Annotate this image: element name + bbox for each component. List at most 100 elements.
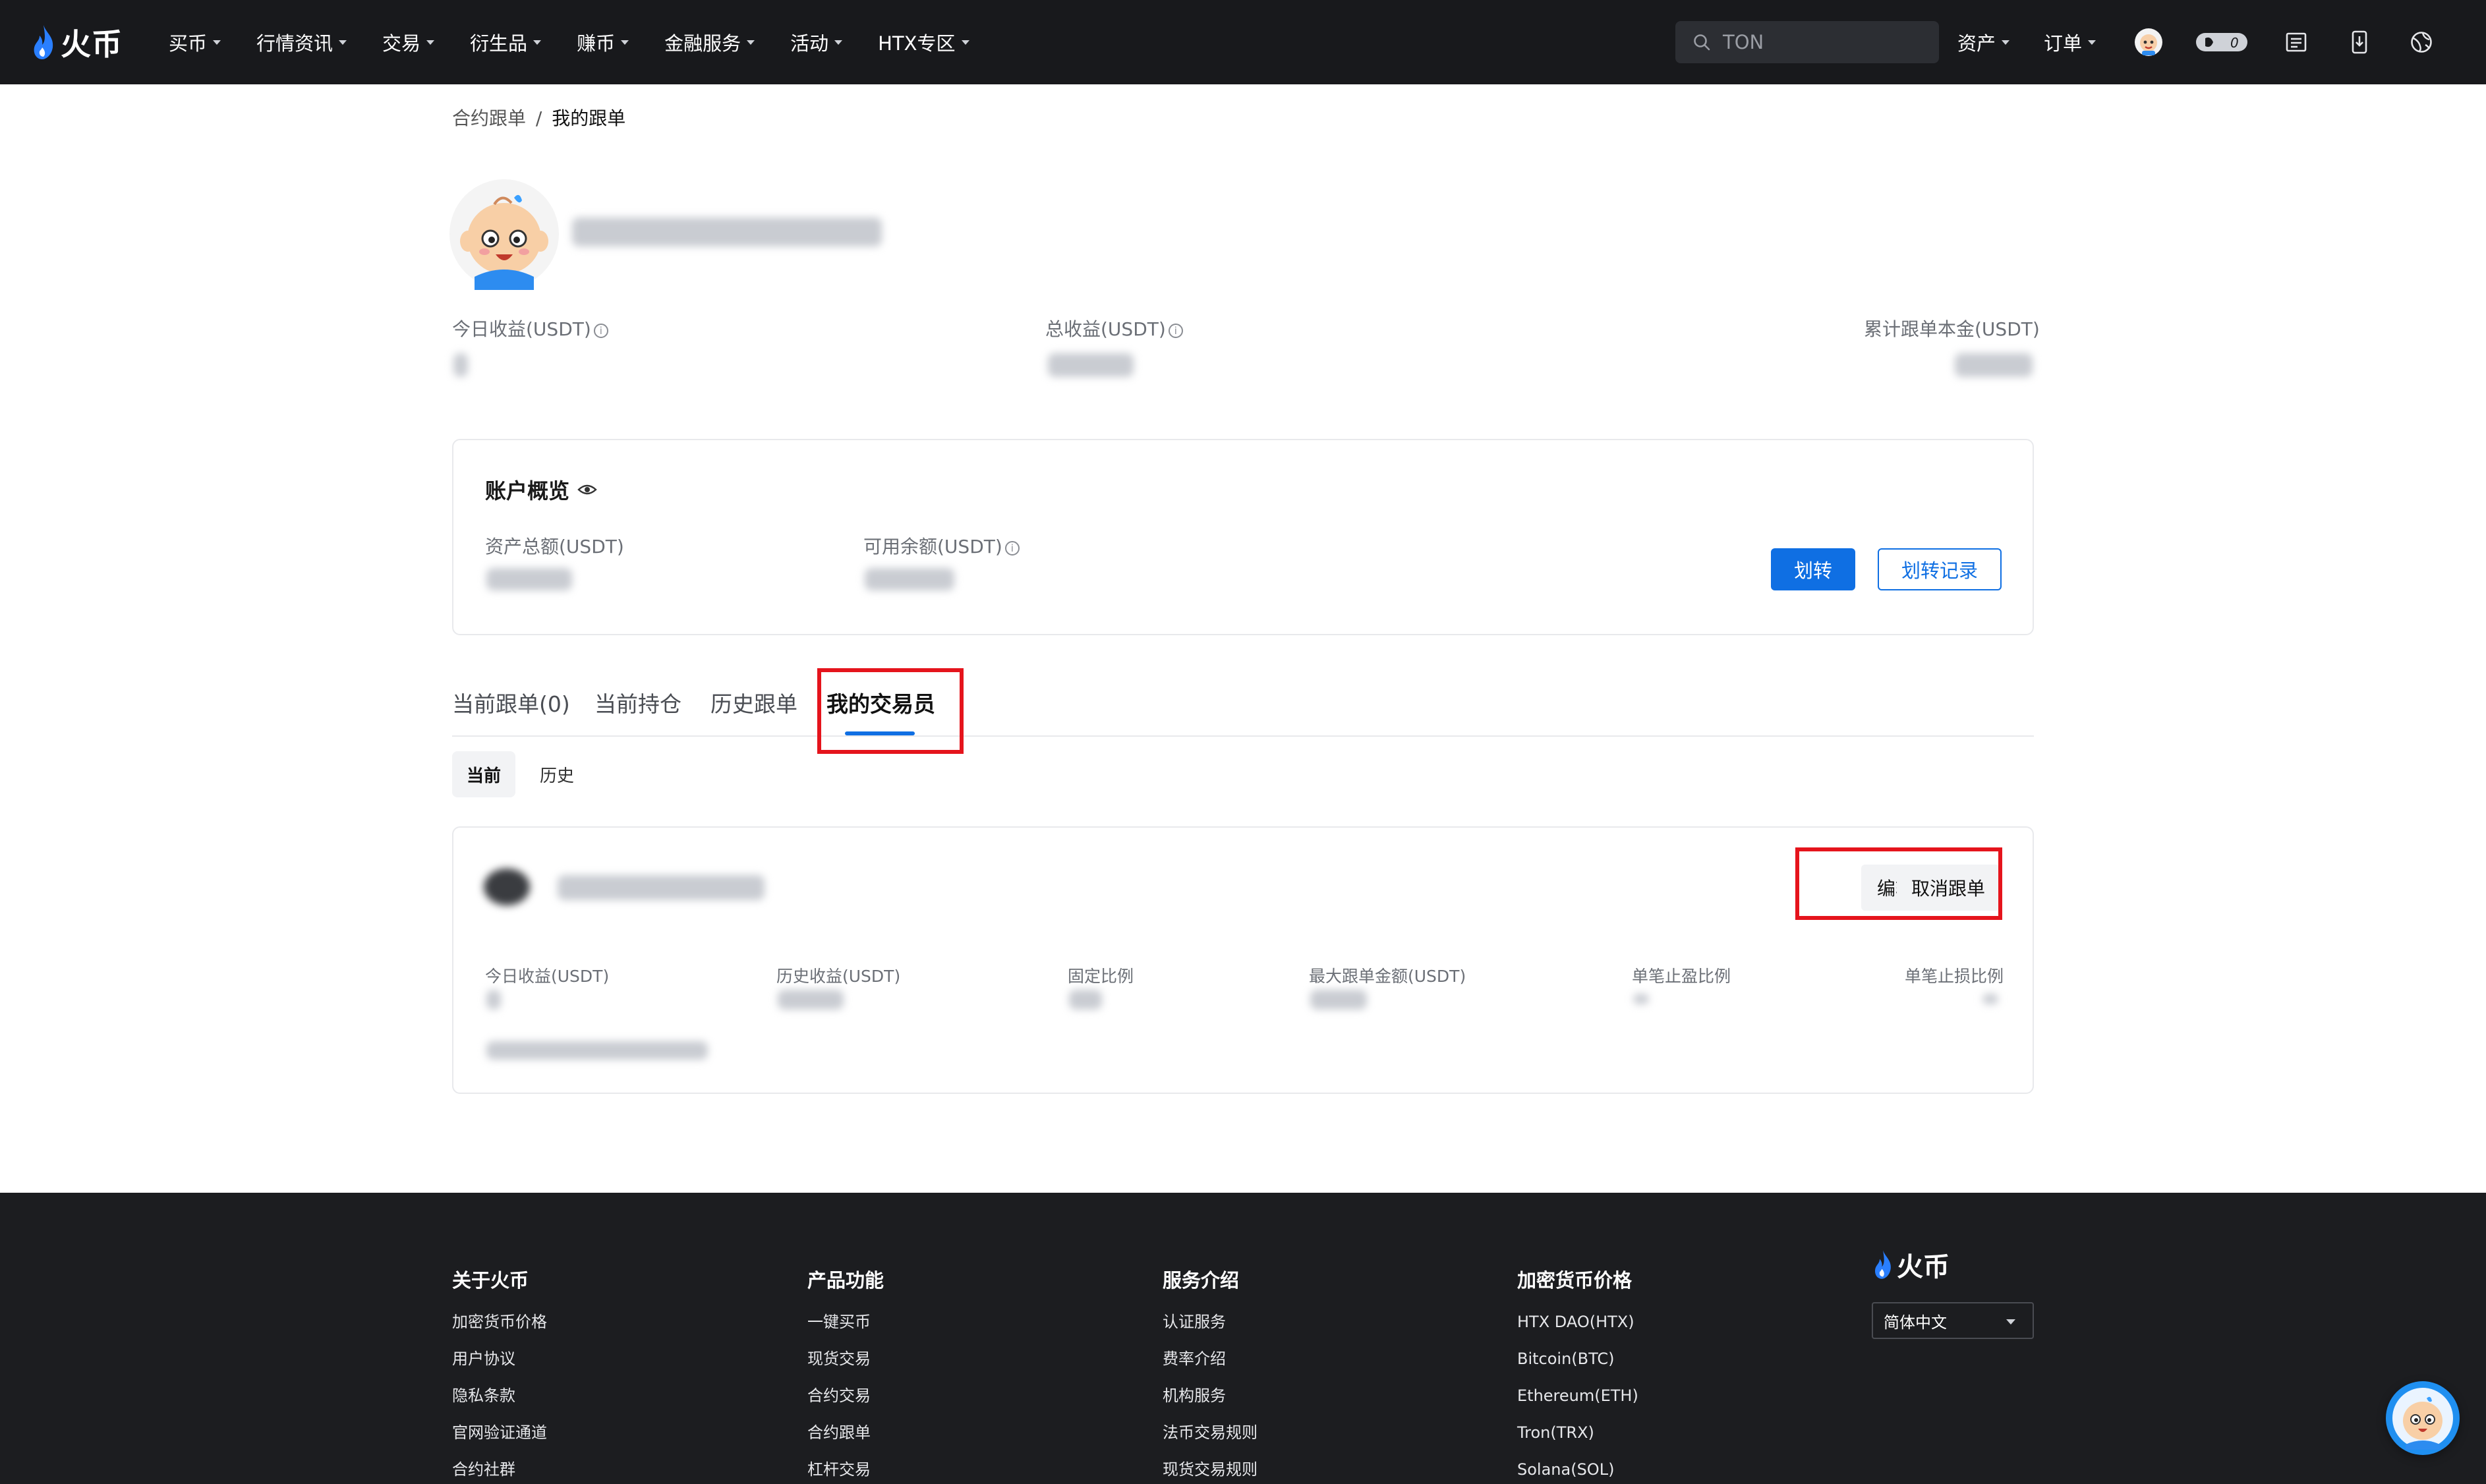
badge-count: 0 xyxy=(2230,35,2239,51)
card-title-text: 账户概览 xyxy=(485,478,570,503)
transfer-record-button[interactable]: 划转记录 xyxy=(1878,548,2002,590)
footer-link[interactable]: HTX DAO(HTX) xyxy=(1517,1314,1638,1351)
breadcrumb-parent[interactable]: 合约跟单 xyxy=(452,107,526,129)
footer-column-about: 关于火币 加密货币价格 用户协议 隐私条款 官网验证通道 合约社群 xyxy=(452,1265,547,1484)
tab-current-positions[interactable]: 当前持仓 xyxy=(594,687,681,718)
footer-link[interactable]: 费率介绍 xyxy=(1163,1351,1257,1388)
breadcrumb: 合约跟单 / 我的跟单 xyxy=(452,104,625,130)
subtab-history[interactable]: 历史 xyxy=(527,751,587,797)
col-history-profit: 历史收益(USDT) xyxy=(776,967,901,986)
nav-label: HTX专区 xyxy=(878,32,956,55)
search-icon xyxy=(1694,34,1710,51)
account-overview-card: 账户概览 资产总额(USDT) 可用余额(USDT) i 划转 划转记录 xyxy=(452,439,2034,635)
nav-label: 衍生品 xyxy=(470,32,528,55)
nav-events[interactable]: 活动 xyxy=(790,28,843,56)
footer-link[interactable]: 用户协议 xyxy=(452,1351,547,1388)
total-profit-value-redacted xyxy=(1048,353,1134,377)
htx-logo[interactable]: 火币 xyxy=(32,17,123,67)
info-icon[interactable]: i xyxy=(1004,541,1020,556)
support-avatar-icon xyxy=(2392,1388,2453,1450)
footer-logo[interactable]: 火币 xyxy=(1873,1245,1950,1284)
chevron-down-icon xyxy=(426,40,435,45)
nav-markets[interactable]: 行情资讯 xyxy=(256,28,347,56)
footer-column-services: 服务介绍 认证服务 费率介绍 机构服务 法币交易规则 现货交易规则 xyxy=(1163,1265,1257,1484)
stat-label-text: 总收益(USDT) xyxy=(1045,318,1166,340)
nav-earn[interactable]: 赚币 xyxy=(577,28,629,56)
chevron-down-icon xyxy=(339,40,347,45)
footer-link[interactable]: 一键买币 xyxy=(807,1314,884,1351)
col-stop-loss-ratio: 单笔止损比例 xyxy=(1905,967,2004,986)
footer-link[interactable]: Bitcoin(BTC) xyxy=(1517,1351,1638,1388)
col-stop-loss-value-redacted xyxy=(1982,994,1998,1004)
chevron-down-icon xyxy=(2088,40,2096,45)
footer-logo-text: 火币 xyxy=(1897,1252,1950,1282)
col-today-profit-value-redacted xyxy=(486,990,501,1010)
nav-label: 买币 xyxy=(169,32,208,55)
footer-link[interactable]: 杠杆交易 xyxy=(807,1462,884,1484)
search-input[interactable]: TON xyxy=(1675,21,1939,63)
col-today-profit: 今日收益(USDT) xyxy=(485,967,610,986)
total-profit-label: 总收益(USDT) i xyxy=(1045,315,1183,341)
chevron-down-icon xyxy=(213,40,221,45)
col-max-copy-amount-value-redacted xyxy=(1310,990,1367,1010)
info-icon[interactable]: i xyxy=(593,324,608,338)
footer-link[interactable]: 现货交易 xyxy=(807,1351,884,1388)
footer-link[interactable]: 认证服务 xyxy=(1163,1314,1257,1351)
footer-link[interactable]: 现货交易规则 xyxy=(1163,1462,1257,1484)
nav-label: 活动 xyxy=(790,32,829,55)
nav-trade[interactable]: 交易 xyxy=(382,28,435,56)
download-app-icon[interactable] xyxy=(2344,26,2375,58)
eye-icon[interactable] xyxy=(577,482,597,497)
footer-link[interactable]: 合约社群 xyxy=(452,1462,547,1484)
col-fixed-ratio-value-redacted xyxy=(1069,990,1102,1010)
footer-link[interactable]: Solana(SOL) xyxy=(1517,1462,1638,1484)
available-balance-value-redacted xyxy=(865,568,954,590)
chevron-down-icon xyxy=(2002,40,2010,45)
footer-link[interactable]: Ethereum(ETH) xyxy=(1517,1388,1638,1425)
nav-label: 行情资讯 xyxy=(256,32,333,55)
nav-assets[interactable]: 资产 xyxy=(1957,28,2010,56)
site-footer: 关于火币 加密货币价格 用户协议 隐私条款 官网验证通道 合约社群 产品功能 一… xyxy=(0,1193,2486,1484)
footer-link[interactable]: 隐私条款 xyxy=(452,1388,547,1425)
language-select-value: 简体中文 xyxy=(1884,1313,1947,1332)
right-nav: 资产 订单 xyxy=(1957,0,2096,84)
tab-current-copy[interactable]: 当前跟单(0) xyxy=(452,687,570,718)
language-globe-icon[interactable] xyxy=(2406,26,2437,58)
nav-label: 金融服务 xyxy=(664,32,741,55)
nav-derivatives[interactable]: 衍生品 xyxy=(470,28,542,56)
footer-link[interactable]: 加密货币价格 xyxy=(452,1314,547,1351)
nav-htx-zone[interactable]: HTX专区 xyxy=(878,28,969,56)
footer-link[interactable]: 官网验证通道 xyxy=(452,1425,547,1462)
footer-link[interactable]: Tron(TRX) xyxy=(1517,1425,1638,1462)
nav-label: 交易 xyxy=(382,32,421,55)
chevron-down-icon xyxy=(2006,1319,2015,1325)
coupon-icon: 0 xyxy=(2196,33,2247,51)
search-value: TON xyxy=(1723,31,1764,53)
language-select[interactable]: 简体中文 xyxy=(1872,1302,2034,1339)
stat-label-text: 今日收益(USDT) xyxy=(452,318,591,340)
nav-finance[interactable]: 金融服务 xyxy=(664,28,755,56)
today-profit-value-redacted xyxy=(453,353,468,377)
notification-badge[interactable]: 0 xyxy=(2195,26,2249,58)
tab-history-copy[interactable]: 历史跟单 xyxy=(710,687,797,718)
user-avatar-icon[interactable] xyxy=(2133,26,2164,58)
chevron-down-icon xyxy=(621,40,629,45)
footer-column-title: 加密货币价格 xyxy=(1517,1269,1633,1292)
copy-trading-tabs: 当前跟单(0) 当前持仓 历史跟单 我的交易员 xyxy=(452,670,2034,737)
col-history-profit-value-redacted xyxy=(778,990,844,1010)
flame-logo-icon xyxy=(1875,1250,1891,1279)
customer-service-chat-button[interactable] xyxy=(2386,1381,2460,1455)
transfer-button[interactable]: 划转 xyxy=(1771,548,1855,590)
subtab-current[interactable]: 当前 xyxy=(452,751,515,797)
info-icon[interactable]: i xyxy=(1168,324,1183,338)
footer-link[interactable]: 机构服务 xyxy=(1163,1388,1257,1425)
footer-link[interactable]: 合约交易 xyxy=(807,1388,884,1425)
nav-buy-crypto[interactable]: 买币 xyxy=(169,28,221,56)
available-balance-label: 可用余额(USDT) i xyxy=(863,532,1020,559)
footer-link[interactable]: 合约跟单 xyxy=(807,1425,884,1462)
message-icon[interactable] xyxy=(2280,26,2312,58)
nav-orders[interactable]: 订单 xyxy=(2044,28,2096,56)
flame-logo-icon xyxy=(34,25,53,59)
today-profit-label: 今日收益(USDT) i xyxy=(452,315,608,341)
footer-link[interactable]: 法币交易规则 xyxy=(1163,1425,1257,1462)
